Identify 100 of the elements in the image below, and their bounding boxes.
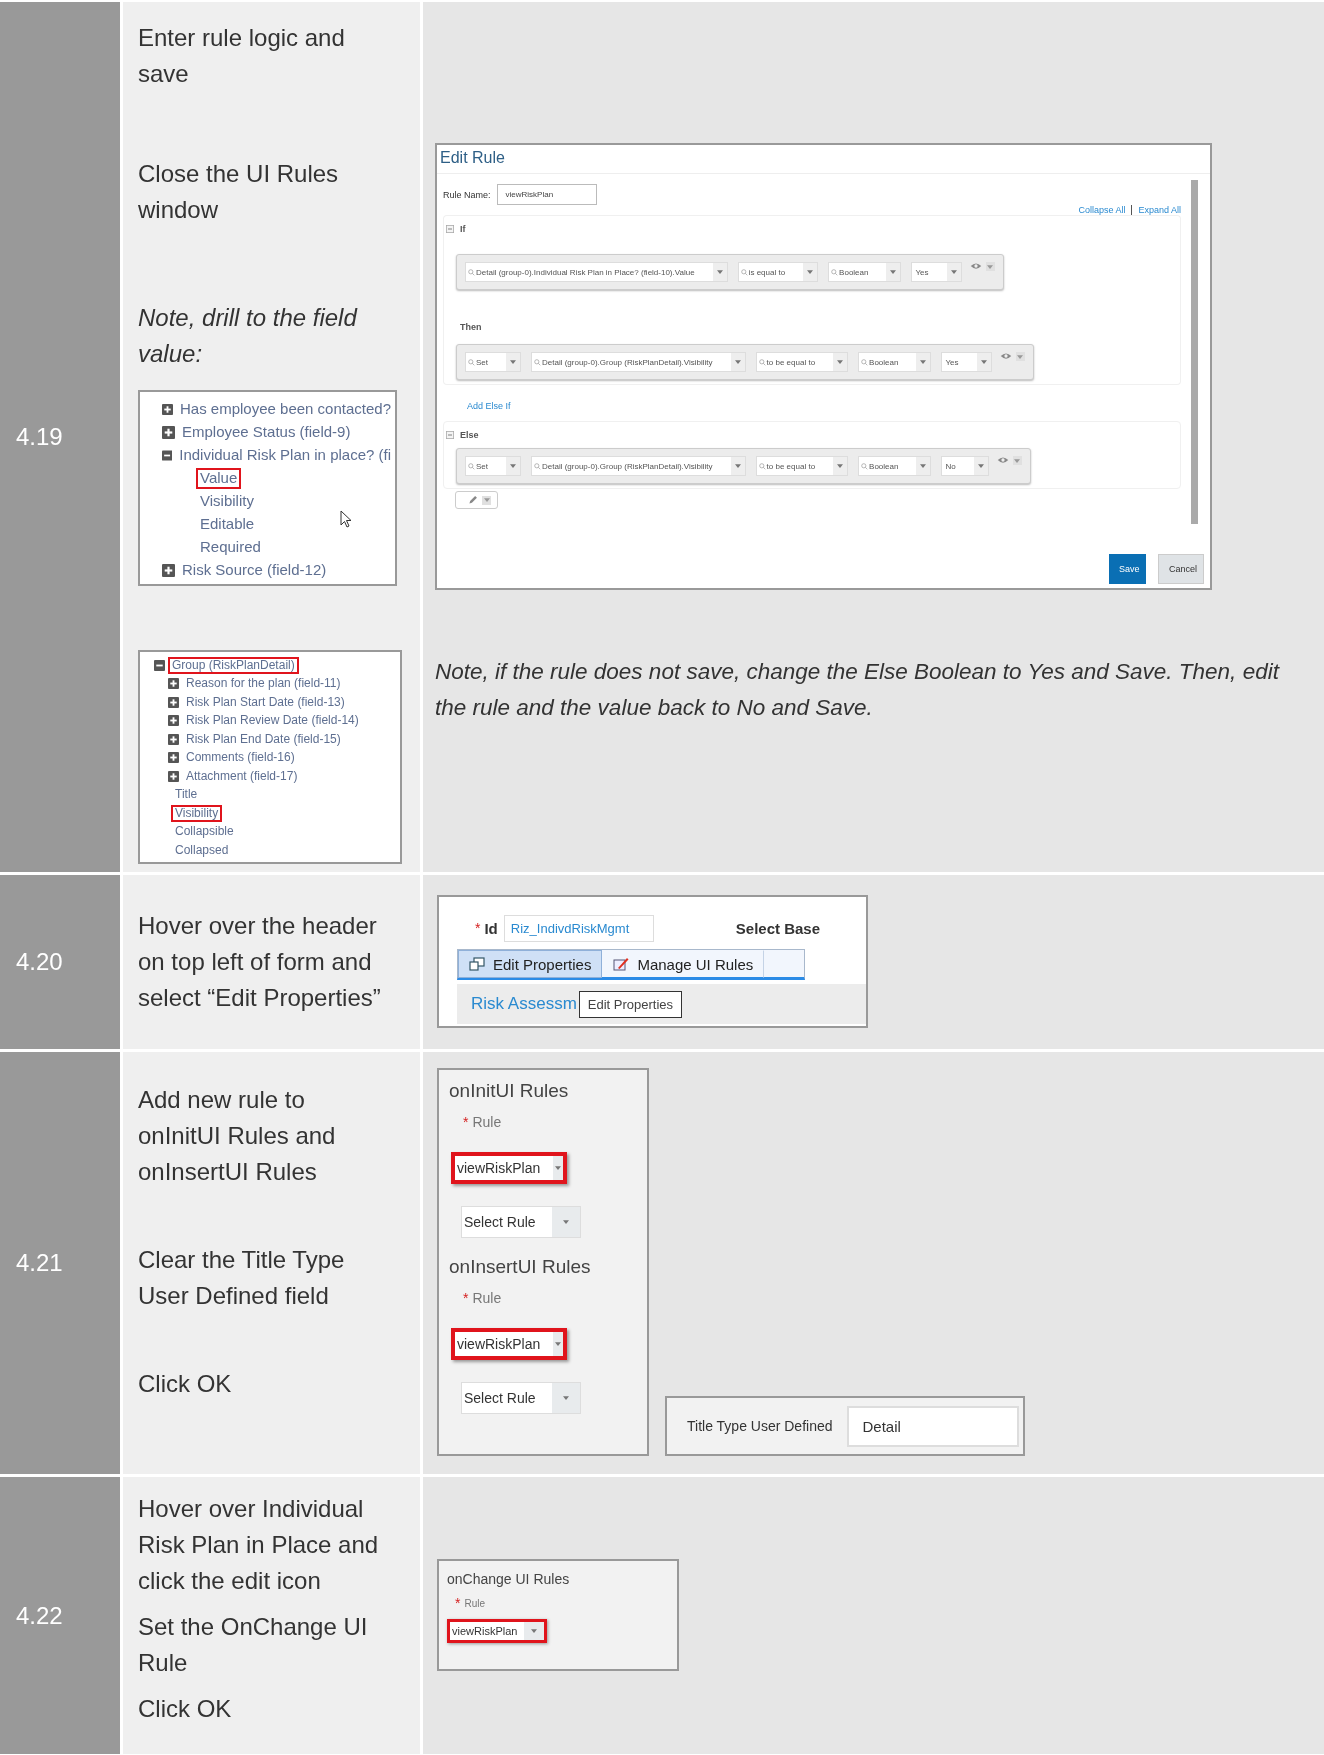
collapse-icon[interactable] [154,659,165,671]
pencil-icon [468,495,478,505]
expand-icon[interactable] [168,752,179,764]
rule-dropdown[interactable]: viewRiskPlan [447,1619,547,1643]
caret-icon [980,360,987,364]
caret-icon [734,360,741,364]
tree-item[interactable]: Editable [196,514,259,535]
caret-icon [950,270,957,274]
pointer-icon [340,510,352,528]
caret-icon [890,270,897,274]
rule-name-field[interactable]: viewRiskPlan [496,184,597,205]
menu-item[interactable]: Manage UI Rules [602,950,765,978]
instruction-text: Add new rule to onInitUI Rules and onInsertUI Rules [138,1085,337,1187]
dropdown[interactable]: Yes [941,352,992,372]
expand-icon[interactable] [168,678,179,690]
rule-dropdown[interactable]: Select Rule [461,1382,581,1414]
search-icon [861,462,869,470]
tree-item[interactable]: Visibility [171,804,223,822]
tree-item[interactable]: Employee Status (field-9) [178,422,355,443]
eye-icon[interactable] [996,456,1009,464]
instruction-text: Click OK [138,1369,233,1399]
dialog-title: Edit Rule [437,145,1210,174]
field-label: Rule [472,1290,502,1306]
expand-icon[interactable] [168,715,179,727]
dropdown[interactable]: Set [465,352,521,372]
menu-item[interactable]: Edit Properties [458,950,603,978]
scrollbar[interactable] [1191,180,1198,524]
tree-item[interactable]: Required [196,537,265,558]
tree-item[interactable]: Risk Plan Review Date (field-14) [182,712,363,730]
dropdown[interactable]: to be equal to [755,456,849,476]
rule-dropdown[interactable]: viewRiskPlan [451,1328,567,1360]
id-field[interactable]: Riz_IndivdRiskMgmt [503,914,654,942]
tree-item[interactable]: Risk Plan End Date (field-15) [182,730,345,748]
caret-icon [837,360,844,364]
field-label: Rule [464,1597,486,1609]
tree-item[interactable]: Title [171,786,202,804]
tree-item[interactable]: Attachment (field-17) [182,767,302,785]
caret-icon [920,464,927,468]
tree-item[interactable]: Collapsible [171,823,238,841]
edit-menu-button[interactable] [455,491,498,509]
section-title: onInsertUI Rules [449,1256,592,1278]
save-button[interactable]: Save [1109,554,1146,584]
tree-item[interactable]: Risk Source (field-12) [178,560,331,581]
dropdown[interactable]: to be equal to [755,352,849,372]
tree-item[interactable]: Visibility [196,491,258,512]
caret-icon [510,360,516,364]
caret-icon [563,1220,569,1224]
step-number: 4.21 [16,1249,63,1277]
link[interactable]: Expand All [1138,205,1181,215]
required-asterisk: * [455,1595,461,1611]
required-asterisk: * [475,920,481,936]
dropdown[interactable]: Detail (group-0).Individual Risk Plan in Place? (field-10).Value [465,262,728,282]
dropdown[interactable]: Boolean [858,352,932,372]
caret-icon [531,1629,537,1633]
section-label: Then [460,322,482,332]
instruction-text: Set the OnChange UI Rule [138,1612,369,1678]
rule-dropdown[interactable]: Select Rule [461,1206,581,1238]
search-icon [758,462,766,470]
tooltip: Edit Properties [578,990,683,1018]
add-else-if-link[interactable]: Add Else If [467,401,511,411]
section-title: onChange UI Rules [447,1571,571,1587]
expand-icon[interactable] [162,426,175,439]
title-type-field[interactable]: Detail [846,1405,1019,1447]
expand-icon[interactable] [162,564,175,577]
caret-icon [555,1342,561,1346]
link[interactable]: Collapse All [1078,205,1126,215]
eye-icon[interactable] [999,352,1012,360]
dropdown[interactable]: Set [465,456,521,476]
dropdown[interactable]: is equal to [737,262,819,282]
expand-icon[interactable] [162,403,173,416]
tree-item[interactable]: Individual Risk Plan in place? (fi [175,445,395,466]
cancel-button[interactable]: Cancel [1158,554,1204,584]
tree-item[interactable]: Group (RiskPlanDetail) [168,656,299,674]
search-icon [740,268,748,276]
field-label: Id [484,919,498,937]
tree-item[interactable]: Comments (field-16) [182,749,299,767]
dropdown[interactable]: No [941,456,989,476]
tree-item[interactable]: Reason for the plan (field-11) [182,675,345,693]
instruction-text: Hover over Individual Risk Plan in Place and click the edit icon [138,1494,380,1596]
eye-icon[interactable] [969,262,982,270]
dropdown[interactable]: Yes [911,262,962,282]
tree-item[interactable]: Collapsed [171,841,233,859]
tree-item[interactable]: Has employee been contacted? [176,399,395,420]
expand-icon[interactable] [168,733,179,745]
search-icon [468,268,475,276]
dropdown[interactable]: Boolean [828,262,902,282]
caret-icon [483,498,490,502]
expand-icon[interactable] [168,696,179,708]
dropdown[interactable]: Boolean [858,456,932,476]
instruction-text: Close the UI Rules window [138,159,340,225]
dropdown[interactable]: Detail (group-0).Group (RiskPlanDetail).Visibility [531,352,746,372]
notepad-pencil-icon [613,957,630,971]
tree-item[interactable]: Risk Plan Start Date (field-13) [182,693,349,711]
expand-icon[interactable] [168,770,179,782]
rule-dropdown[interactable]: viewRiskPlan [451,1152,567,1184]
collapse-icon[interactable] [162,449,173,462]
link[interactable]: Risk Assessm [471,994,577,1014]
dropdown[interactable]: Detail (group-0).Group (RiskPlanDetail).Visibility [531,456,746,476]
caret-icon [734,464,741,468]
tree-item[interactable]: Value [196,468,242,489]
